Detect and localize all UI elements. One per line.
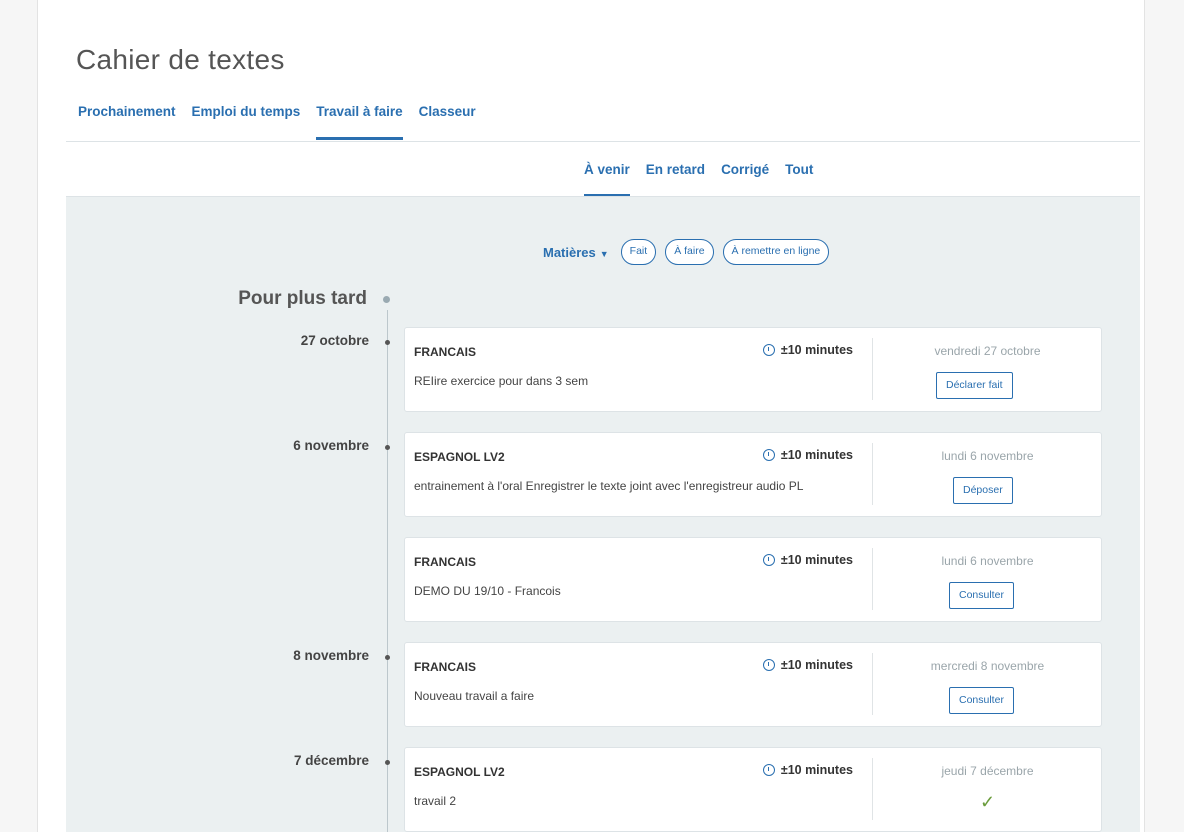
card-description: entrainement à l'oral Enregistrer le tex… <box>414 479 804 493</box>
subtab-a-venir[interactable]: À venir <box>584 162 630 197</box>
card-duration: ±10 minutes <box>762 343 853 357</box>
declarer-fait-button[interactable]: Déclarer fait <box>936 372 1013 399</box>
sub-tabs: À venir En retard Corrigé Tout <box>584 162 829 197</box>
card-description: Nouveau travail a faire <box>414 689 535 703</box>
card-due-date: jeudi 7 décembre <box>941 764 1034 778</box>
card-duration-label: ±10 minutes <box>780 343 853 357</box>
caret-down-icon: ▼ <box>599 248 609 259</box>
timeline-dot <box>385 655 390 660</box>
card-duration-label: ±10 minutes <box>780 553 853 567</box>
timeline-date: 6 novembre <box>293 438 369 453</box>
homework-card: ESPAGNOL LV2 travail 2 ±10 minutes jeudi… <box>404 747 1102 832</box>
tab-classeur[interactable]: Classeur <box>419 100 476 140</box>
card-subject: ESPAGNOL LV2 <box>414 450 505 464</box>
card-subject: FRANCAIS <box>414 555 476 569</box>
checkmark-icon: ✓ <box>980 792 996 812</box>
timeline-dot <box>385 340 390 345</box>
subtab-tout[interactable]: Tout <box>785 162 813 197</box>
card-duration-label: ±10 minutes <box>780 763 853 777</box>
homework-card: FRANCAIS REIire exercice pour dans 3 sem… <box>404 327 1102 412</box>
card-description: DEMO DU 19/10 - Francois <box>414 584 561 598</box>
subtab-corrige[interactable]: Corrigé <box>721 162 769 197</box>
card-subject: FRANCAIS <box>414 660 476 674</box>
tab-travail-a-faire[interactable]: Travail à faire <box>316 100 403 140</box>
deposer-button[interactable]: Déposer <box>953 477 1013 504</box>
clock-icon <box>762 764 775 776</box>
filter-a-faire-button[interactable]: À faire <box>665 239 714 265</box>
timeline-dot <box>385 760 390 765</box>
timeline-date: 7 décembre <box>293 753 369 768</box>
card-duration: ±10 minutes <box>762 763 853 777</box>
card-description: travail 2 <box>414 794 457 808</box>
clock-icon <box>762 554 775 566</box>
divider <box>66 141 1140 142</box>
card-duration-label: ±10 minutes <box>780 448 853 462</box>
timeline-dot <box>385 445 390 450</box>
subtab-en-retard[interactable]: En retard <box>646 162 705 197</box>
tab-prochainement[interactable]: Prochainement <box>78 100 176 140</box>
timeline-line <box>387 310 388 832</box>
matieres-dropdown-label: Matières <box>543 244 596 260</box>
right-margin <box>1144 0 1184 832</box>
card-due-date: vendredi 27 octobre <box>934 344 1041 358</box>
card-due-date: lundi 6 novembre <box>941 554 1034 568</box>
card-duration: ±10 minutes <box>762 553 853 567</box>
left-margin <box>0 0 38 832</box>
clock-icon <box>762 344 775 356</box>
timeline-date: 27 octobre <box>300 333 369 348</box>
homework-card: FRANCAIS Nouveau travail a faire ±10 min… <box>404 642 1102 727</box>
clock-icon <box>762 659 775 671</box>
homework-card: FRANCAIS DEMO DU 19/10 - Francois ±10 mi… <box>404 537 1102 622</box>
card-duration: ±10 minutes <box>762 448 853 462</box>
timeline-date: 8 novembre <box>293 648 369 663</box>
filter-fait-button[interactable]: Fait <box>620 239 657 265</box>
consulter-button[interactable]: Consulter <box>949 687 1014 714</box>
filter-a-remettre-en-ligne-button[interactable]: À remettre en ligne <box>722 239 830 265</box>
section-title: Pour plus tard <box>238 288 367 309</box>
card-due-date: lundi 6 novembre <box>941 449 1034 463</box>
card-subject: ESPAGNOL LV2 <box>414 765 505 779</box>
card-description: REIire exercice pour dans 3 sem <box>414 374 589 388</box>
filter-bar: Matières ▼ Fait À faire À remettre en lig… <box>543 239 838 265</box>
main-tabs: Prochainement Emploi du temps Travail à … <box>78 100 492 140</box>
consulter-button[interactable]: Consulter <box>949 582 1014 609</box>
card-subject: FRANCAIS <box>414 345 476 359</box>
card-duration: ±10 minutes <box>762 658 853 672</box>
card-due-date: mercredi 8 novembre <box>930 659 1045 673</box>
card-duration-label: ±10 minutes <box>780 658 853 672</box>
matieres-dropdown[interactable]: Matières ▼ <box>543 245 609 260</box>
clock-icon <box>762 449 775 461</box>
timeline-section-dot <box>383 296 390 303</box>
homework-card: ESPAGNOL LV2 entrainement à l'oral Enreg… <box>404 432 1102 517</box>
page-title: Cahier de textes <box>76 44 285 75</box>
tab-emploi-du-temps[interactable]: Emploi du temps <box>192 100 301 140</box>
